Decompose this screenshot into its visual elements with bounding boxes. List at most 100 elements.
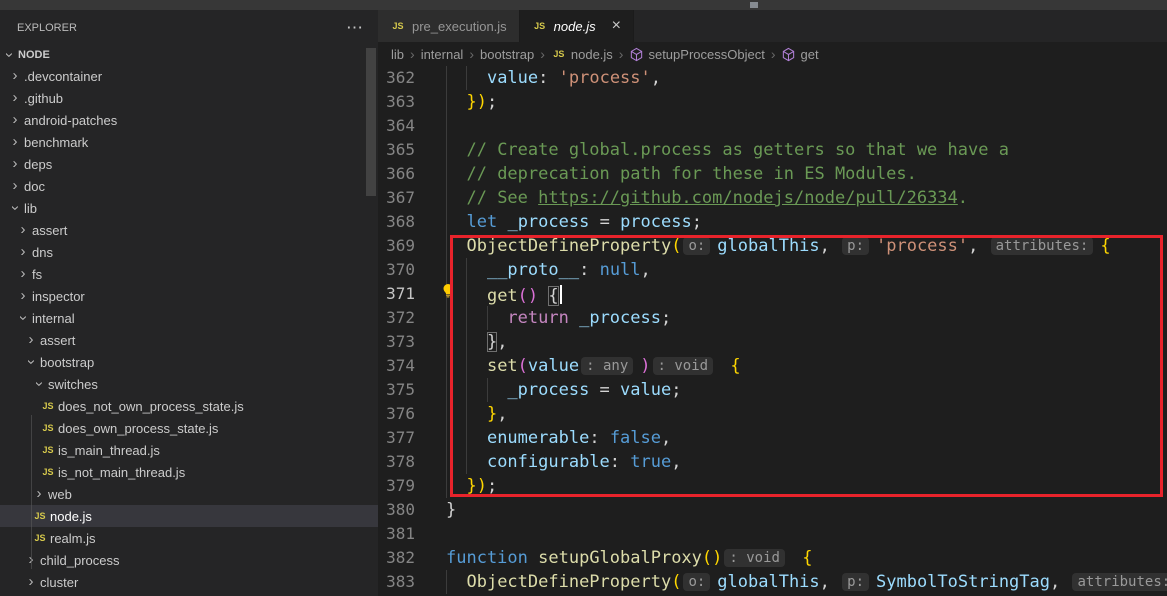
indent-guide: [446, 210, 447, 234]
line-number[interactable]: 362: [378, 66, 415, 90]
tree-item-label: cluster: [40, 575, 78, 590]
tree-item--github[interactable]: ›.github: [0, 87, 378, 109]
tree-item-assert[interactable]: ›assert: [0, 219, 378, 241]
code-line-372[interactable]: 372 return _process;: [378, 306, 1167, 330]
chevron-right-icon: ›: [32, 487, 46, 501]
code-line-366[interactable]: 366 // deprecation path for these in ES …: [378, 162, 1167, 186]
code-line-379[interactable]: 379 });: [378, 474, 1167, 498]
code-line-374[interactable]: 374 set(value: any): void {: [378, 354, 1167, 378]
code-line-376[interactable]: 376 },: [378, 402, 1167, 426]
line-number[interactable]: 366: [378, 162, 415, 186]
tree-item-android-patches[interactable]: ›android-patches: [0, 109, 378, 131]
tree-item-lib[interactable]: ›lib: [0, 197, 378, 219]
line-number[interactable]: 382: [378, 546, 415, 570]
code-line-382[interactable]: 382function setupGlobalProxy(): void {: [378, 546, 1167, 570]
code-line-370[interactable]: 370 __proto__: null,: [378, 258, 1167, 282]
tree-item-deps[interactable]: ›deps: [0, 153, 378, 175]
tab-node-js[interactable]: JSnode.js×: [520, 10, 634, 42]
line-number[interactable]: 364: [378, 114, 415, 138]
line-number[interactable]: 363: [378, 90, 415, 114]
line-number[interactable]: 378: [378, 450, 415, 474]
token: }): [466, 92, 486, 112]
line-number[interactable]: 367: [378, 186, 415, 210]
tree-item-bootstrap[interactable]: ›bootstrap: [0, 351, 378, 373]
line-number[interactable]: 381: [378, 522, 415, 546]
code-editor[interactable]: 362 value: 'process',363 });364365 // Cr…: [378, 66, 1167, 596]
close-icon[interactable]: ×: [612, 18, 621, 34]
code-line-371[interactable]: 371 get() {: [378, 282, 1167, 306]
tree-item-does-not-own-process-state-js[interactable]: JSdoes_not_own_process_state.js: [0, 395, 378, 417]
tree-item-internal[interactable]: ›internal: [0, 307, 378, 329]
code-line-365[interactable]: 365 // Create global.process as getters …: [378, 138, 1167, 162]
lightbulb-icon[interactable]: [440, 282, 456, 298]
tree-item-fs[interactable]: ›fs: [0, 263, 378, 285]
tree-item-assert[interactable]: ›assert: [0, 329, 378, 351]
token: get: [487, 286, 518, 306]
tree-item-cluster[interactable]: ›cluster: [0, 571, 378, 593]
code-line-378[interactable]: 378 configurable: true,: [378, 450, 1167, 474]
sidebar-scrollbar[interactable]: [366, 48, 376, 196]
tree-item-is-main-thread-js[interactable]: JSis_main_thread.js: [0, 439, 378, 461]
line-number[interactable]: 375: [378, 378, 415, 402]
tree-item-child-process[interactable]: ›child_process: [0, 549, 378, 571]
code-line-367[interactable]: 367 // See https://github.com/nodejs/nod…: [378, 186, 1167, 210]
line-number[interactable]: 370: [378, 258, 415, 282]
code-line-368[interactable]: 368 let _process = process;: [378, 210, 1167, 234]
code-text: }: [446, 498, 456, 522]
line-number[interactable]: 365: [378, 138, 415, 162]
breadcrumb-item-internal[interactable]: internal: [421, 47, 464, 62]
line-number[interactable]: 379: [378, 474, 415, 498]
code-line-369[interactable]: 369 ObjectDefineProperty(o:globalThis, p…: [378, 234, 1167, 258]
code-line-375[interactable]: 375 _process = value;: [378, 378, 1167, 402]
breadcrumb-item-node-js[interactable]: JSnode.js: [551, 47, 613, 62]
tree-item-node-js[interactable]: JSnode.js: [0, 505, 378, 527]
tree-item-dns[interactable]: ›dns: [0, 241, 378, 263]
breadcrumb-item-bootstrap[interactable]: bootstrap: [480, 47, 534, 62]
chevron-right-icon: ›: [8, 157, 22, 171]
code-line-381[interactable]: 381: [378, 522, 1167, 546]
tree-item-realm-js[interactable]: JSrealm.js: [0, 527, 378, 549]
token: let: [466, 212, 497, 232]
line-number[interactable]: 374: [378, 354, 415, 378]
comment-link[interactable]: https://github.com/nodejs/node/pull/2633…: [538, 188, 958, 208]
breadcrumb-item-get[interactable]: get: [781, 47, 818, 62]
line-number[interactable]: 372: [378, 306, 415, 330]
chevron-right-icon: ›: [8, 179, 22, 193]
tree-item-benchmark[interactable]: ›benchmark: [0, 131, 378, 153]
code-line-364[interactable]: 364: [378, 114, 1167, 138]
token: [446, 380, 507, 400]
code-line-383[interactable]: 383 ObjectDefineProperty(o:globalThis, p…: [378, 570, 1167, 594]
tree-item-switches[interactable]: ›switches: [0, 373, 378, 395]
section-header-node[interactable]: › NODE: [0, 45, 378, 65]
line-number[interactable]: 373: [378, 330, 415, 354]
line-number[interactable]: 380: [378, 498, 415, 522]
more-actions-icon[interactable]: ⋯: [346, 18, 364, 38]
code-text: // Create global.process as getters so t…: [446, 138, 1009, 162]
token: null: [600, 260, 641, 280]
token: {: [802, 548, 812, 568]
line-number[interactable]: 369: [378, 234, 415, 258]
line-number[interactable]: 383: [378, 570, 415, 594]
indent-guide: [446, 306, 447, 330]
tree-item-is-not-main-thread-js[interactable]: JSis_not_main_thread.js: [0, 461, 378, 483]
tab-pre-execution-js[interactable]: JSpre_execution.js: [378, 10, 520, 42]
line-number[interactable]: 377: [378, 426, 415, 450]
code-line-373[interactable]: 373 },: [378, 330, 1167, 354]
code-line-377[interactable]: 377 enumerable: false,: [378, 426, 1167, 450]
breadcrumb-item-setupprocessobject[interactable]: setupProcessObject: [629, 47, 764, 62]
line-number[interactable]: 368: [378, 210, 415, 234]
code-line-363[interactable]: 363 });: [378, 90, 1167, 114]
tree-item-doc[interactable]: ›doc: [0, 175, 378, 197]
code-line-380[interactable]: 380}: [378, 498, 1167, 522]
line-number[interactable]: 371: [378, 282, 415, 306]
tree-item-inspector[interactable]: ›inspector: [0, 285, 378, 307]
code-text: value: 'process',: [446, 66, 661, 90]
tree-item--devcontainer[interactable]: ›.devcontainer: [0, 65, 378, 87]
line-number[interactable]: 376: [378, 402, 415, 426]
tree-item-does-own-process-state-js[interactable]: JSdoes_own_process_state.js: [0, 417, 378, 439]
code-line-362[interactable]: 362 value: 'process',: [378, 66, 1167, 90]
breadcrumb-label: bootstrap: [480, 47, 534, 62]
breadcrumb-item-lib[interactable]: lib: [391, 47, 404, 62]
tree-item-web[interactable]: ›web: [0, 483, 378, 505]
js-file-icon: JS: [40, 445, 56, 455]
